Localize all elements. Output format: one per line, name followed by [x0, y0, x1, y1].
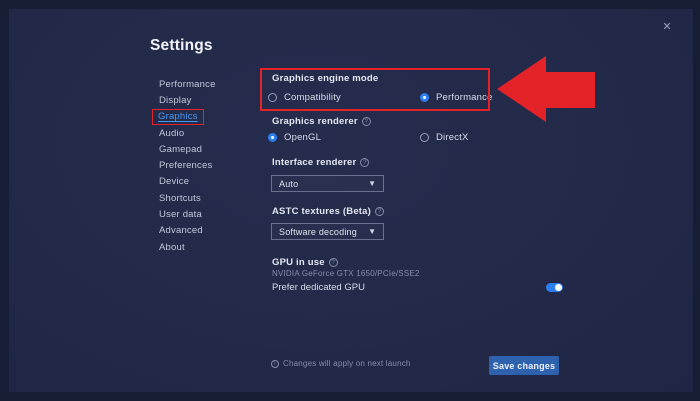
radio-circle-icon — [420, 133, 429, 142]
sidebar-item-user-data[interactable]: User data — [150, 206, 216, 222]
radio-label: Performance — [436, 92, 493, 103]
annotation-arrow-icon — [497, 56, 595, 122]
gpu-in-use-label-text: GPU in use — [272, 257, 325, 268]
interface-renderer-label: Interface renderer ? — [272, 157, 369, 168]
engine-mode-label: Graphics engine mode — [272, 73, 378, 84]
radio-circle-icon — [420, 93, 429, 102]
sidebar-item-gamepad[interactable]: Gamepad — [150, 141, 216, 157]
sidebar-item-graphics[interactable]: Graphics — [150, 109, 216, 125]
sidebar-item-audio[interactable]: Audio — [150, 125, 216, 141]
save-changes-button[interactable]: Save changes — [489, 356, 559, 375]
engine-mode-label-text: Graphics engine mode — [272, 73, 378, 84]
annotation-box-graphics: Graphics — [152, 109, 204, 125]
help-icon[interactable]: ? — [329, 258, 338, 267]
sidebar-item-performance[interactable]: Performance — [150, 76, 216, 92]
radio-label: OpenGL — [284, 132, 321, 143]
sidebar-item-display[interactable]: Display — [150, 92, 216, 108]
restart-note-text: Changes will apply on next launch — [283, 359, 411, 368]
dropdown-value: Auto — [279, 179, 368, 189]
prefer-dedicated-gpu-toggle[interactable] — [546, 283, 563, 292]
radio-circle-icon — [268, 93, 277, 102]
toggle-knob — [555, 284, 562, 291]
help-icon[interactable]: ? — [375, 207, 384, 216]
gpu-in-use-label: GPU in use ? — [272, 257, 338, 268]
close-icon[interactable]: ✕ — [659, 19, 675, 35]
interface-renderer-label-text: Interface renderer — [272, 157, 356, 168]
info-icon: i — [271, 360, 279, 368]
help-icon[interactable]: ? — [360, 158, 369, 167]
sidebar-item-advanced[interactable]: Advanced — [150, 223, 216, 239]
astc-textures-dropdown[interactable]: Software decoding ▼ — [271, 223, 384, 240]
restart-note: i Changes will apply on next launch — [271, 359, 411, 368]
gpu-device-name: NVIDIA GeForce GTX 1650/PCIe/SSE2 — [272, 269, 420, 278]
dropdown-value: Software decoding — [279, 227, 368, 237]
settings-sidebar: Performance Display Graphics Audio Gamep… — [150, 76, 216, 255]
sidebar-item-device[interactable]: Device — [150, 174, 216, 190]
sidebar-item-preferences[interactable]: Preferences — [150, 157, 216, 173]
radio-label: DirectX — [436, 132, 469, 143]
astc-textures-label-text: ASTC textures (Beta) — [272, 206, 371, 217]
radio-label: Compatibility — [284, 92, 341, 103]
radio-performance[interactable]: Performance — [420, 92, 493, 103]
chevron-down-icon: ▼ — [368, 180, 376, 188]
help-icon[interactable]: ? — [362, 117, 371, 126]
sidebar-item-label: Graphics — [158, 111, 198, 122]
chevron-down-icon: ▼ — [368, 228, 376, 236]
page-title: Settings — [150, 37, 213, 55]
graphics-renderer-label: Graphics renderer ? — [272, 116, 371, 127]
sidebar-item-shortcuts[interactable]: Shortcuts — [150, 190, 216, 206]
radio-directx[interactable]: DirectX — [420, 132, 469, 143]
radio-circle-icon — [268, 133, 277, 142]
sidebar-item-about[interactable]: About — [150, 239, 216, 255]
settings-dialog: ✕ Settings Performance Display Graphics … — [9, 9, 693, 392]
radio-opengl[interactable]: OpenGL — [268, 132, 321, 143]
radio-compatibility[interactable]: Compatibility — [268, 92, 341, 103]
interface-renderer-dropdown[interactable]: Auto ▼ — [271, 175, 384, 192]
astc-textures-label: ASTC textures (Beta) ? — [272, 206, 384, 217]
prefer-dedicated-gpu-label: Prefer dedicated GPU — [272, 282, 365, 293]
graphics-renderer-label-text: Graphics renderer — [272, 116, 358, 127]
